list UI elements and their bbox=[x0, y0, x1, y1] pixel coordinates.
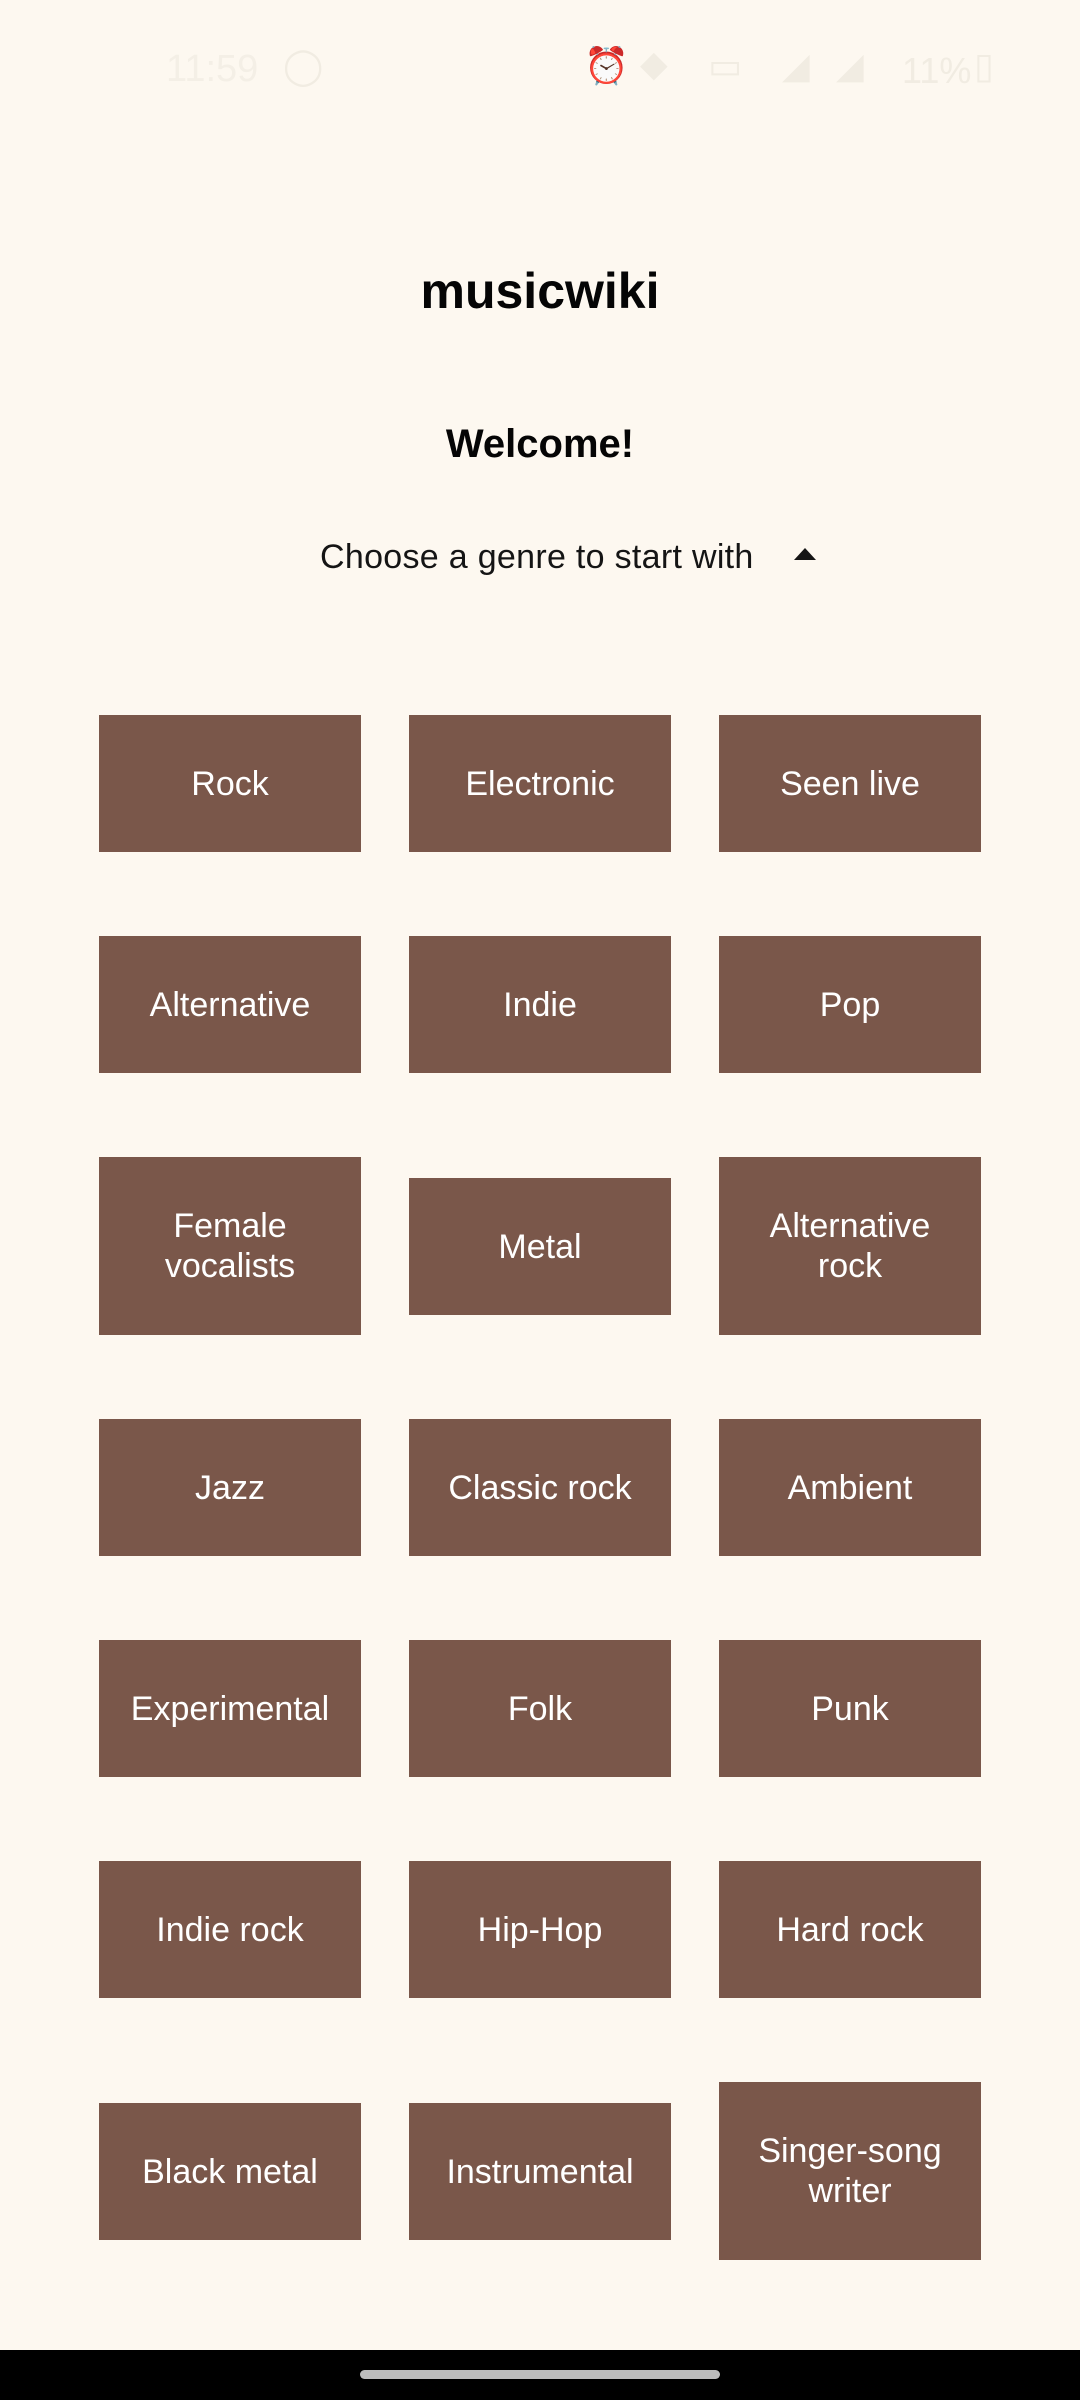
genre-tile-metal[interactable]: Metal bbox=[409, 1178, 671, 1315]
welcome-heading: Welcome! bbox=[445, 422, 635, 466]
signal-icon: ◢ bbox=[782, 45, 810, 86]
genre-tile-jazz[interactable]: Jazz bbox=[99, 1419, 361, 1556]
volte-icon: ▭ bbox=[708, 45, 743, 86]
genre-label: Black metal bbox=[142, 2152, 318, 2191]
genre-label: Indie bbox=[503, 985, 577, 1024]
genre-tile-alternative-rock[interactable]: Alternative rock bbox=[719, 1157, 981, 1335]
genre-tile-instrumental[interactable]: Instrumental bbox=[409, 2103, 671, 2240]
genre-label: Experimental bbox=[130, 1689, 330, 1728]
genre-label: Indie rock bbox=[156, 1910, 304, 1949]
status-bar: 11:59 ◯ ⏰ ◆ ▭ ◢ ◢ 11% ▯ bbox=[0, 0, 1080, 140]
home-indicator[interactable] bbox=[360, 2370, 720, 2379]
genre-label: Hard rock bbox=[776, 1910, 924, 1949]
genre-label: Alternative bbox=[149, 985, 311, 1024]
genre-tile-female-vocalists[interactable]: Female vocalists bbox=[99, 1157, 361, 1335]
genre-label: Rock bbox=[191, 764, 269, 803]
battery-percentage: 11% bbox=[902, 50, 972, 91]
alarm-icon: ⏰ bbox=[584, 45, 629, 86]
genre-tile-ambient[interactable]: Ambient bbox=[719, 1419, 981, 1556]
genre-tile-indie-rock[interactable]: Indie rock bbox=[99, 1861, 361, 1998]
genre-label: Seen live bbox=[780, 764, 920, 803]
genre-label: Classic rock bbox=[448, 1468, 632, 1507]
genre-label: Instrumental bbox=[446, 2152, 634, 2191]
genre-tile-electronic[interactable]: Electronic bbox=[409, 715, 671, 852]
genre-label: Female vocalists bbox=[164, 1207, 296, 1285]
whatsapp-icon: ◯ bbox=[283, 45, 324, 86]
genre-tile-punk[interactable]: Punk bbox=[719, 1640, 981, 1777]
genre-label: Ambient bbox=[787, 1468, 913, 1507]
genre-label: Electronic bbox=[465, 764, 615, 803]
signal-icon-2: ◢ bbox=[836, 45, 864, 86]
system-navigation-bar bbox=[0, 2350, 1080, 2400]
genre-tile-rock[interactable]: Rock bbox=[99, 715, 361, 852]
genre-chooser-label: Choose a genre to start with bbox=[320, 537, 754, 576]
genre-tile-experimental[interactable]: Experimental bbox=[99, 1640, 361, 1777]
genre-label: Metal bbox=[498, 1227, 582, 1266]
genre-label: Jazz bbox=[195, 1468, 265, 1507]
battery-icon: ▯ bbox=[974, 45, 994, 86]
genre-tile-seen-live[interactable]: Seen live bbox=[719, 715, 981, 852]
genre-label: Pop bbox=[819, 985, 881, 1024]
genre-chooser-toggle[interactable]: Choose a genre to start with bbox=[300, 530, 840, 584]
genre-tile-folk[interactable]: Folk bbox=[409, 1640, 671, 1777]
genre-tile-singer-songwriter[interactable]: Singer-song writer bbox=[719, 2082, 981, 2260]
genre-tile-hip-hop[interactable]: Hip-Hop bbox=[409, 1861, 671, 1998]
genre-label: Alternative rock bbox=[769, 1207, 931, 1285]
genre-tile-pop[interactable]: Pop bbox=[719, 936, 981, 1073]
app-title: musicwiki bbox=[420, 263, 660, 319]
genre-tile-alternative[interactable]: Alternative bbox=[99, 936, 361, 1073]
genre-label: Hip-Hop bbox=[477, 1910, 603, 1949]
wifi-icon: ◆ bbox=[640, 43, 668, 84]
status-time: 11:59 bbox=[166, 48, 259, 90]
genre-tile-classic-rock[interactable]: Classic rock bbox=[409, 1419, 671, 1556]
genre-label: Singer-song writer bbox=[758, 2132, 942, 2210]
genre-label: Punk bbox=[811, 1689, 889, 1728]
caret-up-icon bbox=[794, 548, 816, 560]
genre-label: Folk bbox=[507, 1689, 573, 1728]
genre-tile-hard-rock[interactable]: Hard rock bbox=[719, 1861, 981, 1998]
genre-tile-indie[interactable]: Indie bbox=[409, 936, 671, 1073]
genre-tile-black-metal[interactable]: Black metal bbox=[99, 2103, 361, 2240]
